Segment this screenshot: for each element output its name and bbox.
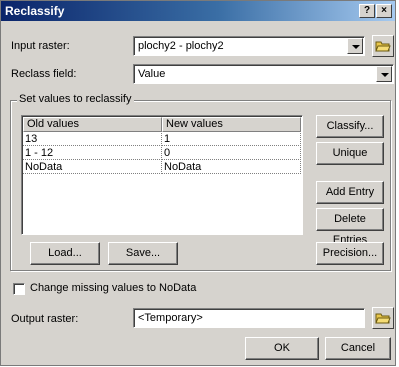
ok-button[interactable]: OK: [245, 337, 319, 360]
reclass-table[interactable]: Old values New values 13 1 1 - 12 0 NoDa…: [21, 115, 303, 235]
reclass-field-label: Reclass field:: [11, 68, 77, 80]
load-button[interactable]: Load...: [30, 242, 100, 265]
column-header-new-values[interactable]: New values: [162, 117, 301, 132]
new-value-cell[interactable]: 1: [162, 133, 301, 146]
old-value-cell[interactable]: 1 - 12: [23, 147, 162, 160]
classify-button[interactable]: Classify...: [316, 115, 384, 138]
delete-entries-button[interactable]: Delete Entries: [316, 208, 384, 246]
add-entry-button[interactable]: Add Entry: [316, 181, 384, 204]
close-button[interactable]: ×: [376, 4, 392, 18]
help-button[interactable]: ?: [359, 4, 375, 18]
reclassify-dialog: Reclassify ? × Input raster: plochy2 - p…: [0, 0, 396, 366]
output-raster-browse-button[interactable]: [372, 307, 394, 329]
precision-button[interactable]: Precision...: [316, 242, 384, 265]
reclass-field-value: Value: [138, 68, 166, 80]
output-raster-label: Output raster:: [11, 313, 79, 325]
title-bar: Reclassify ? ×: [1, 1, 395, 21]
old-value-cell[interactable]: NoData: [23, 161, 162, 174]
column-header-old-values[interactable]: Old values: [23, 117, 162, 132]
output-raster-field[interactable]: <Temporary>: [133, 308, 365, 328]
input-raster-value: plochy2 - plochy2: [138, 40, 224, 52]
cancel-button[interactable]: Cancel: [325, 337, 391, 360]
missing-nodata-label[interactable]: Change missing values to NoData: [30, 282, 196, 294]
window-title: Reclassify: [5, 4, 65, 18]
old-value-cell[interactable]: 13: [23, 133, 162, 146]
new-value-cell[interactable]: NoData: [162, 161, 301, 174]
chevron-down-icon[interactable]: [347, 38, 363, 54]
open-folder-icon: [375, 41, 391, 52]
input-raster-dropdown[interactable]: plochy2 - plochy2: [133, 36, 365, 56]
output-raster-value: <Temporary>: [138, 312, 203, 324]
reclass-field-dropdown[interactable]: Value: [133, 64, 394, 84]
set-values-group-title: Set values to reclassify: [17, 93, 134, 105]
input-raster-browse-button[interactable]: [372, 35, 394, 57]
save-button[interactable]: Save...: [108, 242, 178, 265]
missing-nodata-checkbox[interactable]: [13, 283, 25, 295]
open-folder-icon: [375, 313, 391, 324]
new-value-cell[interactable]: 0: [162, 147, 301, 160]
chevron-down-icon[interactable]: [376, 66, 392, 82]
unique-button[interactable]: Unique: [316, 142, 384, 165]
input-raster-label: Input raster:: [11, 40, 70, 52]
